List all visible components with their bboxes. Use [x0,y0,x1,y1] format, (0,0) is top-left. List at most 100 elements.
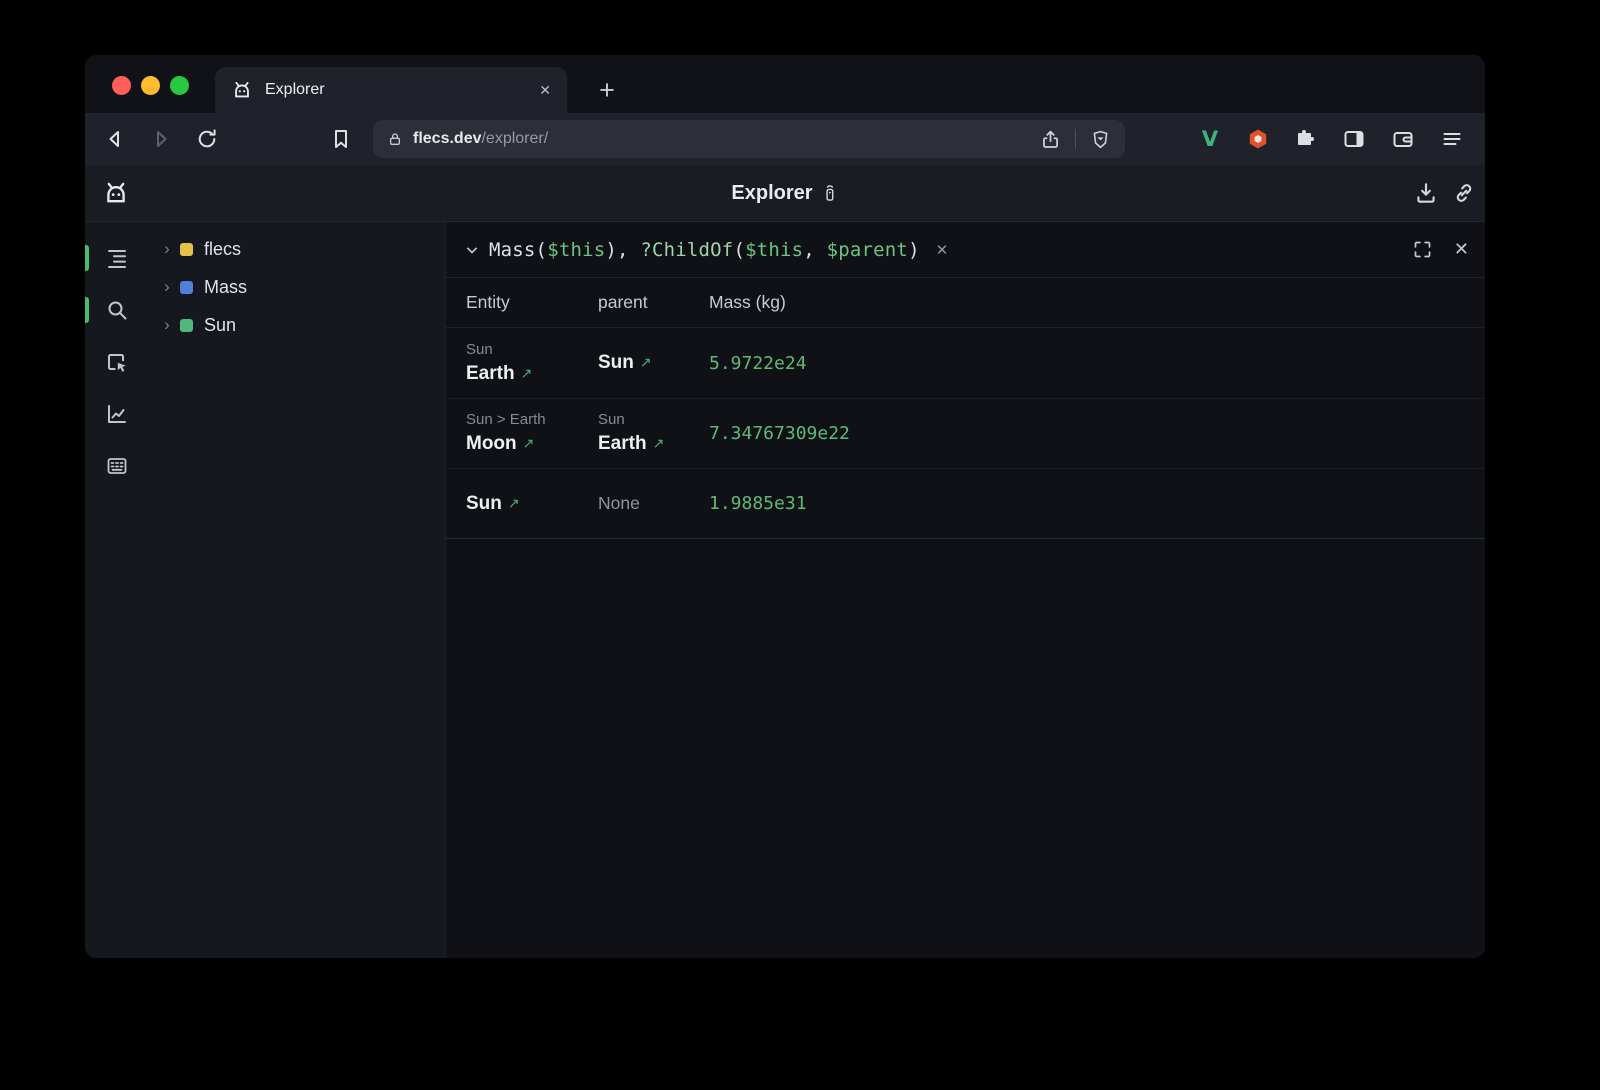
url-path: /explorer/ [481,130,548,147]
sidebar-item-inspect[interactable] [85,336,148,388]
mass-cell: 7.34767309e22 [709,410,1485,457]
external-link-arrow-icon: ↗ [653,435,665,451]
chevron-down-icon[interactable] [462,240,482,260]
table-body: SunEarth↗Sun↗5.9722e24Sun > EarthMoon↗Su… [446,328,1485,539]
parent-cell: Sun↗ [598,339,709,387]
query-clear-icon[interactable]: ✕ [936,241,949,259]
forward-button[interactable] [149,127,173,151]
browser-tab[interactable]: Explorer ✕ [215,67,567,113]
app-header: Explorer [85,165,1485,222]
back-button[interactable] [103,127,127,151]
close-window-button[interactable] [112,76,131,95]
entity-cell: Sun ↗ [466,480,598,527]
expand-query-button[interactable] [1412,239,1433,260]
app-body: ›flecs›Mass›Sun Mass($this), ?ChildOf($t… [85,222,1485,958]
table-row: Sun > EarthMoon↗SunEarth↗7.34767309e22 [446,398,1485,468]
tab-close-icon[interactable]: ✕ [539,82,551,99]
url-host: flecs.dev [413,130,481,147]
tree-view-icon [105,246,129,270]
entity-cell: Sun > Earth Moon ↗ [466,410,598,457]
address-bar[interactable]: flecs.dev/explorer/ [373,120,1125,158]
sidebar-item-commands[interactable] [85,440,148,492]
icon-sidebar [85,222,148,958]
tree-item-label: flecs [204,239,241,260]
inspect-icon [105,350,129,374]
extensions-puzzle-icon[interactable] [1293,126,1319,152]
entity-link[interactable]: Sun [466,493,502,514]
query-segment: $this [547,239,605,261]
tree-item-mass[interactable]: › Mass [148,268,445,306]
entity-link[interactable]: Sun [598,352,634,373]
tab-strip: Explorer ✕ + [85,55,1485,113]
share-icon[interactable] [1040,129,1061,150]
lock-icon[interactable] [387,131,403,147]
query-segment: $parent [827,239,908,261]
query-segment: , [803,239,826,261]
column-header-parent: parent [598,292,709,313]
minimize-window-button[interactable] [141,76,160,95]
query-panel: Mass($this), ?ChildOf($this, $parent) ✕ … [445,222,1485,958]
reload-button[interactable] [195,127,219,151]
sidebar-toggle-icon[interactable] [1341,126,1367,152]
bookmark-icon[interactable] [329,127,353,151]
chevron-right-icon: › [160,239,174,259]
entity-color-swatch [180,281,193,294]
tree-item-flecs[interactable]: › flecs [148,230,445,268]
chevron-right-icon: › [160,277,174,297]
column-header-entity: Entity [466,292,598,313]
vue-devtools-extension-icon[interactable]: V [1197,126,1223,152]
download-icon[interactable] [1413,180,1439,206]
divider [1075,129,1076,149]
sidebar-item-tree[interactable] [85,232,148,284]
hexagon-extension-icon[interactable] [1245,126,1271,152]
new-tab-button[interactable]: + [590,68,624,112]
navigation-bar: flecs.dev/explorer/ V [85,113,1485,165]
wallet-icon[interactable] [1390,126,1416,152]
external-link-arrow-icon: ↗ [521,365,533,381]
external-link-arrow-icon: ↗ [523,435,535,451]
commands-icon [105,454,129,478]
table-row: Sun Earth ↗ Sun↗5.9722e24 [446,328,1485,398]
sidebar-item-search[interactable] [85,284,148,336]
entity-path: Sun > Earth [466,410,598,429]
tab-title: Explorer [265,81,325,99]
query-text[interactable]: Mass($this), ?ChildOf($this, $parent) [489,239,920,261]
tree-item-label: Mass [204,277,247,298]
entity-tree-panel: › flecs › Mass ›Sun [148,222,445,958]
query-segment: ?ChildOf [640,239,733,261]
mass-value: 7.34767309e22 [709,423,1485,444]
stats-chart-icon [105,402,129,426]
chevron-right-icon: › [160,315,174,335]
query-header: Mass($this), ?ChildOf($this, $parent) ✕ … [446,222,1485,278]
browser-window: Explorer ✕ + flecs.dev/explorer/ [85,55,1485,958]
entity-path: Sun [466,340,598,359]
zoom-window-button[interactable] [170,76,189,95]
entity-color-swatch [180,319,193,332]
app-title-text: Explorer [731,182,812,205]
brave-shields-icon[interactable] [1090,129,1111,150]
link-icon[interactable] [1451,180,1477,206]
query-segment: $this [745,239,803,261]
entity-link[interactable]: Moon [466,433,517,454]
query-segment: Mass( [489,239,547,261]
search-icon [105,298,129,322]
table-row: Sun ↗ None1.9885e31 [446,468,1485,538]
mass-value: 1.9885e31 [709,493,1485,514]
query-segment: ) [908,239,920,261]
header-actions [1413,180,1477,206]
window-controls [112,76,189,95]
flecs-logo-icon[interactable] [102,179,130,207]
close-query-button[interactable]: ✕ [1454,239,1469,260]
remote-connection-icon[interactable] [822,182,839,204]
mass-cell: 5.9722e24 [709,339,1485,387]
browser-menu-icon[interactable] [1439,126,1465,152]
sidebar-item-stats[interactable] [85,388,148,440]
entity-cell: Sun Earth ↗ [466,339,598,387]
entity-link[interactable]: Earth [466,363,515,384]
query-segment: ), [605,239,640,261]
query-segment: ( [733,239,745,261]
external-link-arrow-icon: ↗ [508,495,520,511]
parent-cell: None [598,480,709,527]
tree-item-sun[interactable]: ›Sun [148,306,445,344]
entity-link[interactable]: Earth [598,433,647,454]
